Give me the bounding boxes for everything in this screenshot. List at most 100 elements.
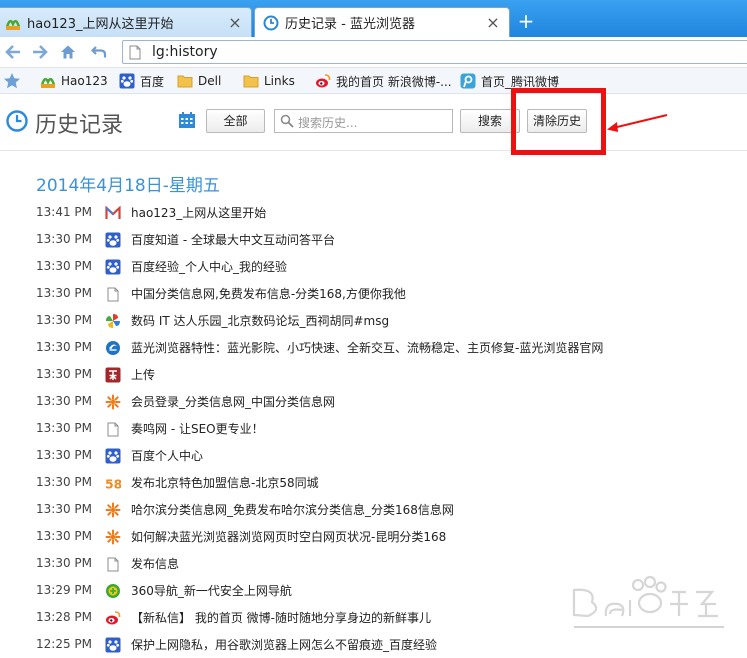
clock-icon xyxy=(6,110,28,135)
visit-time: 13:28 PM xyxy=(36,610,92,624)
new-tab-button[interactable]: + xyxy=(516,11,536,31)
bookmarks-star-icon[interactable] xyxy=(3,72,21,90)
close-icon[interactable]: × xyxy=(485,14,501,31)
history-row[interactable]: 13:30 PM 会员登录_分类信息网_中国分类信息网 xyxy=(0,388,747,415)
tab-title: 历史记录 - 蓝光浏览器 xyxy=(285,17,415,32)
bookmark-sina-weibo[interactable]: 我的首页 新浪微博-... xyxy=(315,72,452,90)
orange-burst-icon xyxy=(105,394,121,410)
visit-time: 13:30 PM xyxy=(36,367,92,381)
history-title-link[interactable]: 百度个人中心 xyxy=(131,447,203,464)
tencent-weibo-icon xyxy=(460,73,476,89)
58-icon: 58 xyxy=(105,475,121,491)
history-row[interactable]: 13:30 PM 数码 IT 达人乐园_北京数码论坛_西祠胡同#msg xyxy=(0,307,747,334)
tab-history[interactable]: 历史记录 - 蓝光浏览器 × xyxy=(254,7,510,37)
history-title-link[interactable]: 哈尔滨分类信息网_免费发布哈尔滨分类信息_分类168信息网 xyxy=(131,501,454,518)
history-row[interactable]: 13:30 PM 上传 xyxy=(0,361,747,388)
visit-time: 13:30 PM xyxy=(36,475,92,489)
upload-site-icon xyxy=(105,367,121,383)
hao123-icon xyxy=(5,15,21,31)
history-title-link[interactable]: 百度知道 - 全球最大中文互动问答平台 xyxy=(131,231,335,248)
date-heading: 2014年4月18日-星期五 xyxy=(36,176,220,196)
weibo-icon xyxy=(315,73,331,89)
history-row[interactable]: 13:41 PM hao123_上网从这里开始 xyxy=(0,199,747,226)
bookmarks-bar: Hao123 百度 Dell Links 我的首页 新浪微博-... 首页_腾讯… xyxy=(0,68,747,94)
visit-time: 13:30 PM xyxy=(36,313,92,327)
baidu-paw-icon xyxy=(105,637,121,653)
history-title-link[interactable]: 数码 IT 达人乐园_北京数码论坛_西祠胡同#msg xyxy=(131,312,389,329)
orange-burst-icon xyxy=(105,502,121,518)
visit-time: 13:41 PM xyxy=(36,205,92,219)
history-row[interactable]: 13:30 PM 奏鸣网 - 让SEO更专业！ xyxy=(0,415,747,442)
document-icon xyxy=(129,45,141,63)
bookmark-baidu[interactable]: 百度 xyxy=(119,72,164,90)
history-title-link[interactable]: 360导航_新一代安全上网导航 xyxy=(131,582,292,599)
bookmark-dell[interactable]: Dell xyxy=(177,72,221,90)
blue-browser-icon xyxy=(105,340,121,356)
document-icon xyxy=(105,421,121,437)
baidu-paw-icon xyxy=(105,232,121,248)
bookmark-label: Links xyxy=(264,74,295,88)
history-row[interactable]: 13:30 PM 百度经验_个人中心_我的经验 xyxy=(0,253,747,280)
visit-time: 13:30 PM xyxy=(36,286,92,300)
visit-time: 13:30 PM xyxy=(36,448,92,462)
history-title-link[interactable]: 发布北京特色加盟信息-北京58同城 xyxy=(131,474,319,491)
visit-time: 13:30 PM xyxy=(36,502,92,516)
history-row[interactable]: 13:30 PM 如何解决蓝光浏览器浏览网页时空白网页状况-昆明分类168 xyxy=(0,523,747,550)
annotation-arrow-icon xyxy=(605,112,669,137)
bookmark-label: Dell xyxy=(198,74,222,88)
history-title-link[interactable]: 保护上网隐私，用谷歌浏览器上网怎么不留痕迹_百度经验 xyxy=(131,636,437,653)
history-row[interactable]: 13:30 PM 百度个人中心 xyxy=(0,442,747,469)
history-title-link[interactable]: 中国分类信息网,免费发布信息-分类168,方便你我他 xyxy=(131,285,406,302)
home-icon[interactable] xyxy=(58,42,78,62)
history-title-link[interactable]: 如何解决蓝光浏览器浏览网页时空白网页状况-昆明分类168 xyxy=(131,528,446,545)
history-row[interactable]: 13:30 PM 百度知道 - 全球最大中文互动问答平台 xyxy=(0,226,747,253)
folder-icon xyxy=(177,73,193,89)
svg-text:58: 58 xyxy=(105,476,121,491)
history-row[interactable]: 13:30 PM 蓝光浏览器特性：蓝光影院、小巧快速、全新交互、流畅稳定、主页修… xyxy=(0,334,747,361)
bookmark-hao123[interactable]: Hao123 xyxy=(40,72,108,90)
clock-icon xyxy=(263,15,279,31)
history-title-link[interactable]: 百度经验_个人中心_我的经验 xyxy=(131,258,287,275)
tab-bar: hao123_上网从这里开始 × 历史记录 - 蓝光浏览器 × + xyxy=(0,0,747,37)
navigation-bar: lg:history xyxy=(0,37,747,68)
orange-burst-icon xyxy=(105,529,121,545)
visit-time: 13:30 PM xyxy=(36,556,92,570)
weibo-icon xyxy=(105,610,121,626)
visit-time: 13:30 PM xyxy=(36,259,92,273)
hao123-icon xyxy=(40,73,56,89)
tab-hao123[interactable]: hao123_上网从这里开始 × xyxy=(0,7,252,37)
visit-time: 13:30 PM xyxy=(36,529,92,543)
history-row[interactable]: 13:30 PM 中国分类信息网,免费发布信息-分类168,方便你我他 xyxy=(0,280,747,307)
visit-time: 13:30 PM xyxy=(36,421,92,435)
address-bar[interactable]: lg:history xyxy=(122,40,747,64)
visit-time: 13:30 PM xyxy=(36,340,92,354)
undo-arrow-icon[interactable] xyxy=(89,42,109,62)
document-icon xyxy=(105,286,121,302)
back-arrow-icon[interactable] xyxy=(3,42,23,62)
bookmark-links[interactable]: Links xyxy=(243,72,295,90)
visit-time: 13:30 PM xyxy=(36,394,92,408)
visit-time: 13:30 PM xyxy=(36,232,92,246)
history-title-link[interactable]: 发布信息 xyxy=(131,555,179,572)
history-title-link[interactable]: hao123_上网从这里开始 xyxy=(131,204,266,221)
history-title-link[interactable]: 上传 xyxy=(131,366,155,383)
history-title-link[interactable]: 【新私信】 我的首页 微博-随时随地分享身边的新鲜事儿 xyxy=(131,609,431,626)
pinwheel-icon xyxy=(105,313,121,329)
search-input[interactable]: 搜索历史... xyxy=(274,109,453,133)
360-icon xyxy=(105,583,121,599)
history-title-link[interactable]: 蓝光浏览器特性：蓝光影院、小巧快速、全新交互、流畅稳定、主页修复-蓝光浏览器官网 xyxy=(131,339,603,356)
history-title-link[interactable]: 奏鸣网 - 让SEO更专业！ xyxy=(131,420,264,437)
baidu-paw-icon xyxy=(119,73,135,89)
annotation-highlight-box xyxy=(511,88,606,155)
all-button[interactable]: 全部 xyxy=(206,109,265,133)
history-title-link[interactable]: 会员登录_分类信息网_中国分类信息网 xyxy=(131,393,335,410)
search-placeholder: 搜索历史... xyxy=(298,116,358,130)
history-row[interactable]: 13:30 PM 哈尔滨分类信息网_免费发布哈尔滨分类信息_分类168信息网 xyxy=(0,496,747,523)
visit-time: 13:29 PM xyxy=(36,583,92,597)
calendar-icon[interactable] xyxy=(178,111,196,132)
history-row[interactable]: 13:30 PM 58 发布北京特色加盟信息-北京58同城 xyxy=(0,469,747,496)
close-icon[interactable]: × xyxy=(227,14,243,31)
page-title: 历史记录 xyxy=(35,113,124,138)
forward-arrow-icon[interactable] xyxy=(30,42,50,62)
search-icon xyxy=(280,114,294,131)
